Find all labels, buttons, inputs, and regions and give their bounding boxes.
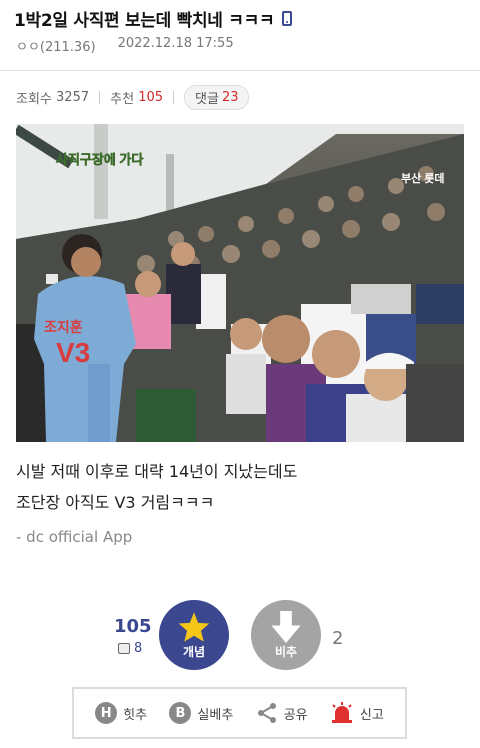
downvote-count: 2 bbox=[332, 628, 344, 649]
recommend-count: 105 bbox=[138, 90, 164, 105]
views-label: 조회수 bbox=[16, 92, 52, 107]
report-button[interactable]: 신고 bbox=[330, 702, 384, 724]
share-icon bbox=[257, 703, 276, 723]
upvote-label: 개념 bbox=[182, 644, 206, 659]
post-date: 2022.12.18 17:55 bbox=[117, 36, 234, 51]
star-icon bbox=[178, 611, 210, 642]
share-button[interactable]: 공유 bbox=[256, 702, 308, 724]
post-meta: ㅇㅇ(211.36) 2022.12.18 17:55 bbox=[16, 36, 234, 55]
post-title: 1박2일 사직편 보는데 빡치네 ㅋㅋㅋ bbox=[14, 11, 275, 31]
fixed-upvote-value: 8 bbox=[134, 641, 143, 656]
post-signature: - dc official App bbox=[16, 528, 133, 546]
mobile-icon bbox=[282, 11, 293, 26]
caption-overlay: 사직구장에 가다 bbox=[56, 152, 143, 167]
mobile-vote-icon bbox=[118, 643, 130, 654]
divider bbox=[173, 91, 175, 104]
comments-count: 23 bbox=[221, 90, 239, 105]
jersey-number: V3 bbox=[56, 337, 90, 368]
post-actions: H 힛추 B 실베추 공유 신고 bbox=[72, 687, 407, 739]
post-body-line: 시발 저때 이후로 대략 14년이 지났는데도 bbox=[16, 462, 298, 481]
downvote-label: 비추 bbox=[274, 644, 298, 659]
fixed-upvote-count: 8 bbox=[118, 641, 142, 656]
post-image[interactable]: 사직구장에 가다 부산 롯데 조지훈 V3 bbox=[16, 124, 464, 442]
upvote-button[interactable]: 개념 bbox=[159, 600, 229, 670]
share-label: 공유 bbox=[283, 707, 308, 723]
siren-icon bbox=[331, 702, 352, 723]
stadium-sign: 부산 롯데 bbox=[401, 171, 445, 185]
recommend-label: 추천 bbox=[110, 92, 135, 107]
post-header: 1박2일 사직편 보는데 빡치네 ㅋㅋㅋ bbox=[14, 6, 470, 31]
arrow-down-icon bbox=[271, 610, 301, 643]
upvote-count: 105 bbox=[114, 616, 152, 637]
divider bbox=[0, 70, 480, 71]
divider bbox=[99, 91, 101, 104]
comments-button[interactable]: 댓글 23 bbox=[184, 85, 250, 110]
best-recommend-button[interactable]: B 실베추 bbox=[169, 702, 233, 724]
comments-label: 댓글 bbox=[195, 92, 219, 107]
post-stats: 조회수 3257 추천 105 댓글 23 bbox=[16, 85, 250, 110]
downvote-button[interactable]: 비추 bbox=[251, 600, 321, 670]
hit-recommend-button[interactable]: H 힛추 bbox=[95, 702, 147, 724]
vote-section: 105 8 개념 비추 2 bbox=[0, 600, 480, 672]
best-icon: B bbox=[169, 702, 192, 724]
jersey-name: 조지훈 bbox=[44, 319, 83, 335]
views-count: 3257 bbox=[56, 90, 90, 105]
hit-label: 힛추 bbox=[123, 707, 148, 723]
best-label: 실베추 bbox=[197, 707, 234, 723]
hit-icon: H bbox=[95, 702, 118, 724]
author-name[interactable]: ㅇㅇ(211.36) bbox=[16, 36, 96, 55]
report-label: 신고 bbox=[359, 707, 384, 723]
post-body-line: 조단장 아직도 V3 거림ㅋㅋㅋ bbox=[16, 493, 215, 512]
